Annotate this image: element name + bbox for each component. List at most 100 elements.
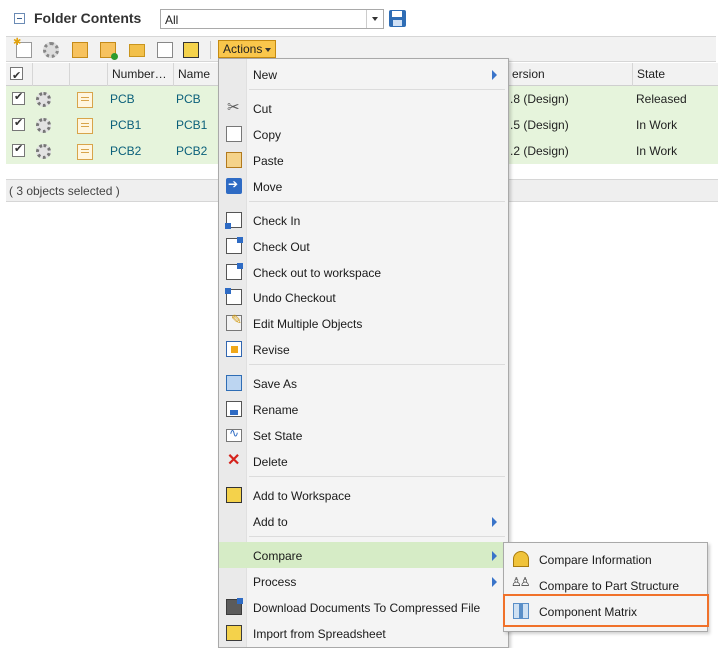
component-matrix-highlight [503, 594, 709, 627]
set-state-icon [226, 426, 242, 442]
import-spreadsheet-icon [226, 625, 242, 641]
part-type-icon [77, 118, 93, 134]
menu-item-move[interactable]: Move [219, 173, 508, 199]
column-header-version[interactable]: ersion [508, 63, 632, 86]
submenu-arrow-icon [492, 551, 497, 561]
cell-name[interactable]: PCB2 [176, 138, 207, 164]
menu-item-download-compressed[interactable]: Download Documents To Compressed File [219, 594, 508, 620]
save-view-icon[interactable] [389, 10, 406, 27]
cell-name[interactable]: PCB [176, 86, 201, 112]
cell-name[interactable]: PCB1 [176, 112, 207, 138]
menu-item-label: Add to Workspace [253, 489, 351, 503]
menu-item-edit-multiple[interactable]: Edit Multiple Objects [219, 310, 508, 336]
revise-icon [226, 341, 242, 357]
submenu-arrow-icon [492, 577, 497, 587]
menu-item-revise[interactable]: Revise [219, 336, 508, 362]
menu-item-check-out[interactable]: Check Out [219, 233, 508, 259]
menu-item-label: Import from Spreadsheet [253, 627, 386, 641]
column-header-name[interactable]: Name [173, 63, 219, 86]
menu-item-check-in[interactable]: Check In [219, 207, 508, 233]
menu-item-label: Cut [253, 102, 272, 116]
view-select-value: All [165, 13, 179, 27]
delete-x-icon [226, 450, 242, 470]
row-actions-gear-icon[interactable] [36, 144, 51, 159]
copy-icon [226, 126, 242, 142]
cell-version: .5 (Design) [510, 118, 569, 132]
part-type-icon [77, 92, 93, 108]
row-actions-gear-icon[interactable] [36, 92, 51, 107]
cell-number[interactable]: PCB1 [110, 112, 141, 138]
part-checked-icon[interactable] [100, 42, 118, 60]
cell-number[interactable]: PCB [110, 86, 135, 112]
chevron-down-icon[interactable] [366, 10, 383, 28]
menu-item-label: Compare [253, 549, 303, 563]
actions-menu: New Cut Copy Paste Move Check In Check O… [218, 58, 509, 648]
menu-item-label: Download Documents To Compressed File [253, 601, 481, 615]
menu-item-copy[interactable]: Copy [219, 121, 508, 147]
menu-item-label: Add to [253, 515, 288, 529]
select-all-header[interactable] [6, 63, 32, 86]
check-out-workspace-icon [226, 263, 243, 280]
row-checkbox[interactable] [12, 142, 25, 157]
menu-item-paste[interactable]: Paste [219, 147, 508, 173]
menu-divider [249, 364, 505, 365]
cell-state: In Work [636, 118, 678, 132]
menu-item-new[interactable]: New [219, 61, 508, 87]
submenu-item-label: Compare Information [539, 553, 652, 567]
select-all-checkbox[interactable] [10, 65, 23, 86]
menu-item-cut[interactable]: Cut [219, 95, 508, 121]
menu-item-import-spreadsheet[interactable]: Import from Spreadsheet [219, 620, 508, 646]
cell-version: .8 (Design) [510, 92, 569, 106]
add-to-workspace-icon [226, 487, 242, 503]
menu-item-label: New [253, 68, 278, 82]
submenu-arrow-icon [492, 517, 497, 527]
menu-item-label: Undo Checkout [253, 291, 336, 305]
row-actions-gear-icon[interactable] [36, 118, 51, 133]
menu-item-process[interactable]: Process [219, 568, 508, 594]
actions-column-header [32, 63, 69, 86]
menu-item-check-out-to-workspace[interactable]: Check out to workspace [219, 259, 508, 285]
menu-item-save-as[interactable]: Save As [219, 370, 508, 396]
column-header-number[interactable]: Number… [107, 63, 173, 86]
menu-item-add-to-workspace[interactable]: Add to Workspace [219, 482, 508, 508]
menu-item-label: Copy [253, 128, 282, 142]
row-checkbox[interactable] [12, 90, 25, 105]
compare-information-icon [513, 551, 529, 567]
toolbar-divider [210, 41, 211, 59]
new-folder-icon[interactable] [129, 44, 145, 57]
column-header-state[interactable]: State [632, 63, 718, 86]
cell-state: In Work [636, 144, 678, 158]
menu-item-label: Rename [253, 403, 299, 417]
copy-icon[interactable] [157, 42, 173, 58]
rename-icon [226, 401, 242, 417]
cell-version: .2 (Design) [510, 144, 569, 158]
menu-item-compare[interactable]: Compare [219, 542, 508, 568]
type-column-header [69, 63, 107, 86]
menu-divider [249, 201, 505, 202]
new-document-icon[interactable] [13, 37, 32, 58]
row-checkbox[interactable] [12, 116, 25, 131]
add-to-workspace-icon[interactable] [183, 42, 199, 58]
submenu-item-compare-information[interactable]: Compare Information [504, 545, 707, 571]
page-title: Folder Contents [34, 10, 142, 26]
view-select[interactable]: All [160, 9, 384, 29]
settings-gear-icon[interactable] [43, 42, 59, 58]
menu-item-rename[interactable]: Rename [219, 396, 508, 422]
collapse-icon[interactable] [14, 13, 25, 24]
menu-item-set-state[interactable]: Set State [219, 422, 508, 448]
menu-item-label: Move [253, 180, 283, 194]
menu-item-undo-checkout[interactable]: Undo Checkout [219, 284, 508, 310]
edit-pencil-icon [226, 312, 242, 331]
actions-button[interactable]: Actions [218, 40, 277, 58]
menu-item-label: Process [253, 575, 297, 589]
scissors-icon [226, 98, 242, 116]
menu-item-label: Revise [253, 343, 290, 357]
menu-divider [249, 476, 505, 477]
menu-item-label: Set State [253, 429, 303, 443]
save-as-icon [226, 375, 242, 391]
menu-item-delete[interactable]: Delete [219, 448, 508, 474]
menu-item-add-to[interactable]: Add to [219, 508, 508, 534]
menu-divider [249, 536, 505, 537]
cell-number[interactable]: PCB2 [110, 138, 141, 164]
part-structure-icon[interactable] [72, 42, 88, 58]
